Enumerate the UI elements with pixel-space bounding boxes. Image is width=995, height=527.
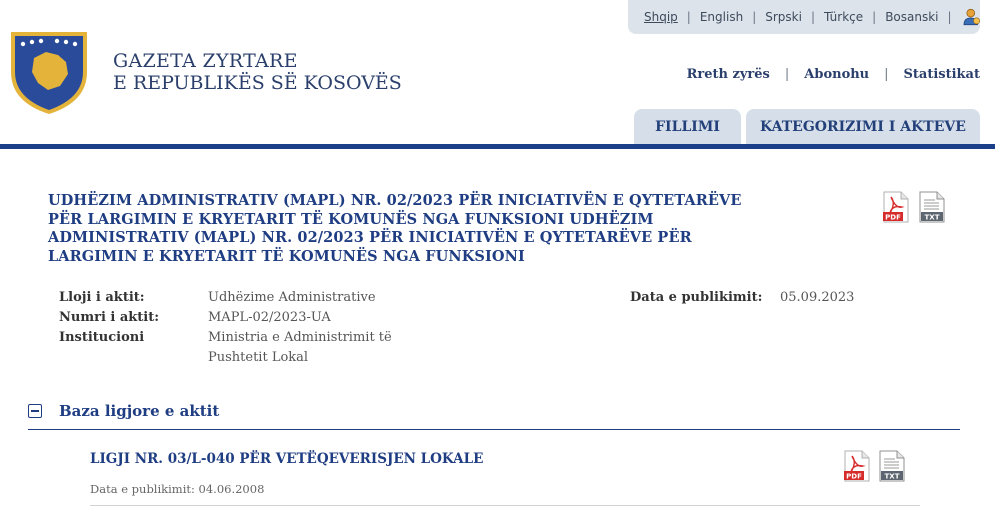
law-divider xyxy=(90,505,920,506)
act-title: UDHËZIM ADMINISTRATIV (MAPL) NR. 02/2023… xyxy=(48,192,742,266)
number-value: MAPL-02/2023-UA xyxy=(208,310,331,325)
site-title-line2: E REPUBLIKËS SË KOSOVËS xyxy=(113,72,402,94)
tab-home[interactable]: FILLIMI xyxy=(634,109,741,145)
pdf-download-icon[interactable]: PDF xyxy=(882,191,910,223)
lang-srpski[interactable]: Srpski xyxy=(765,10,802,24)
number-label: Numri i aktit: xyxy=(59,310,160,325)
svg-text:TXT: TXT xyxy=(925,214,940,222)
svg-text:PDF: PDF xyxy=(846,473,862,481)
law-pub-date: Data e publikimit: 04.06.2008 xyxy=(90,482,265,496)
act-metadata-values: Udhëzime Administrative MAPL-02/2023-UA … xyxy=(208,288,392,368)
nav-divider xyxy=(0,144,995,149)
nav-about-link[interactable]: Rreth zyrës xyxy=(687,67,770,82)
type-label: Lloji i aktit: xyxy=(59,290,145,305)
law-pdf-download-icon[interactable]: PDF xyxy=(843,450,871,482)
legal-basis-header: Baza ligjore e aktit xyxy=(28,402,219,420)
type-value: Udhëzime Administrative xyxy=(208,290,376,305)
pub-date-value-wrap: 05.09.2023 xyxy=(780,288,854,308)
txt-download-icon[interactable]: TXT xyxy=(918,191,946,223)
svg-text:PDF: PDF xyxy=(885,214,901,222)
pub-date-value: 05.09.2023 xyxy=(780,290,855,305)
law-txt-download-icon[interactable]: TXT xyxy=(878,450,906,482)
nav-subscribe-link[interactable]: Abonohu xyxy=(804,67,869,82)
site-title-line1: GAZETA ZYRTARE xyxy=(113,50,298,72)
institution-label: Institucioni xyxy=(59,330,145,345)
legal-basis-title: Baza ligjore e aktit xyxy=(59,402,220,420)
kosovo-coat-of-arms-icon[interactable] xyxy=(8,28,90,116)
language-bar: Shqip | English | Srpski | Türkçe | Bosa… xyxy=(628,0,980,34)
lang-shqip[interactable]: Shqip xyxy=(644,10,678,24)
lang-bosanski[interactable]: Bosanski xyxy=(885,10,938,24)
svg-text:TXT: TXT xyxy=(885,473,900,481)
tab-categorization[interactable]: KATEGORIZIMI I AKTEVE xyxy=(746,109,980,145)
nav-statistics-link[interactable]: Statistikat xyxy=(904,67,980,82)
section-divider xyxy=(28,429,960,430)
collapse-icon[interactable] xyxy=(28,404,42,418)
lang-english[interactable]: English xyxy=(700,10,743,24)
top-navigation: Rreth zyrës | Abonohu | Statistikat xyxy=(686,67,980,82)
institution-value-line1: Ministria e Administrimit të xyxy=(208,330,392,345)
law-title-link[interactable]: LIGJI NR. 03/L-040 PËR VETËQEVERISJEN LO… xyxy=(90,451,483,467)
pub-date-label-wrap: Data e publikimit: xyxy=(630,288,762,308)
user-login-icon[interactable] xyxy=(963,8,980,26)
act-metadata-labels: Lloji i aktit: Numri i aktit: Institucio… xyxy=(59,288,159,348)
lang-turkce[interactable]: Türkçe xyxy=(824,10,863,24)
institution-value-line2: Pushtetit Lokal xyxy=(208,350,309,365)
pub-date-label: Data e publikimit: xyxy=(630,290,763,305)
